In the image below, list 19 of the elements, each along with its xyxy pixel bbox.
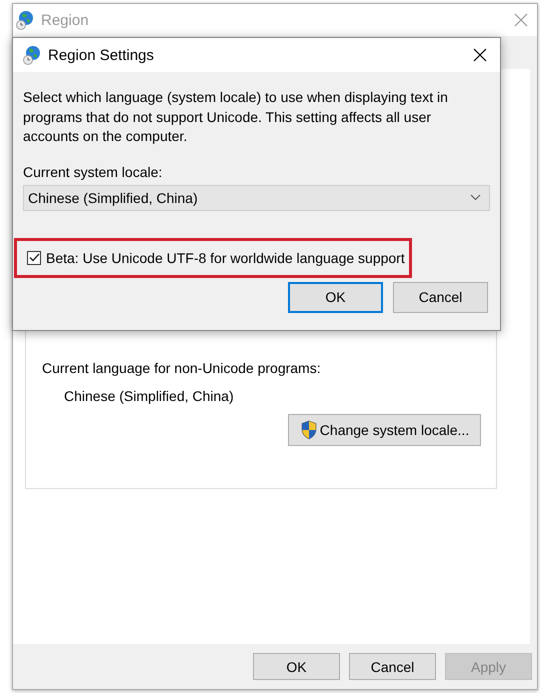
shield-icon [300, 420, 318, 440]
checkbox[interactable] [27, 250, 41, 264]
dialog-button[interactable]: OK [253, 653, 340, 680]
field-label: Current system locale: [23, 164, 164, 180]
locale-dropdown[interactable]: Chinese (Simplified, China) [23, 184, 490, 210]
checkbox-label[interactable]: Beta: Use Unicode UTF-8 for worldwide language support [46, 250, 405, 266]
change-locale-button[interactable]: Change system locale... [288, 414, 481, 446]
field-label: Current language for non-Unicode programs: [42, 360, 322, 376]
dialog-button[interactable]: OK [288, 282, 383, 312]
dialog-title: Region Settings [48, 46, 155, 64]
globe-icon [15, 10, 35, 30]
description-text: Select which language (system locale) to use when displaying text in programs that do not support Unicode. This setting affects all user accounts on the computer. [23, 88, 449, 146]
dialog-button[interactable]: Cancel [393, 282, 488, 312]
window-title: Region [41, 12, 90, 28]
dialog-button[interactable]: Cancel [349, 653, 436, 680]
field-value: Chinese (Simplified, China) [64, 388, 235, 404]
chevron-down-icon [470, 194, 481, 201]
globe-icon [22, 45, 42, 65]
close-icon[interactable] [472, 47, 488, 63]
